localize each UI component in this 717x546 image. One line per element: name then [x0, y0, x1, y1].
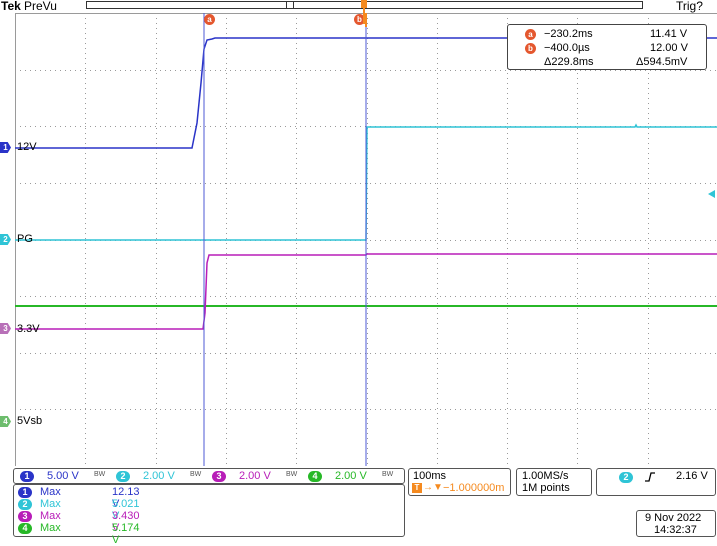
trigger-position-icon[interactable]	[360, 0, 368, 24]
ch4-badge[interactable]: 4	[308, 471, 322, 482]
trigger-delay-icon: T	[412, 483, 422, 493]
meas-ch2-badge: 2	[18, 499, 32, 510]
vertical-scale-bar: 1 5.00 V BW 2 2.00 V BW 3 2.00 V BW 4 2.…	[13, 468, 405, 484]
ch4-label: 5Vsb	[17, 415, 43, 427]
ch4-bw-limit: BW	[382, 471, 394, 478]
meas-value: 5.174 V	[112, 522, 140, 546]
cursor-b-icon: b	[525, 43, 536, 54]
cursor-delta-value: Δ594.5mV	[636, 56, 688, 68]
datetime-panel: 9 Nov 2022 14:32:37	[636, 510, 716, 537]
ch2-ground-marker[interactable]: 2	[0, 234, 11, 245]
ch1-scale[interactable]: 5.00 V	[47, 470, 79, 482]
ch3-scale[interactable]: 2.00 V	[239, 470, 271, 482]
cursor-b-value: 12.00 V	[650, 42, 688, 54]
cursor-a-icon: a	[525, 29, 536, 40]
cursor-delta-readout: Δ229.8ms Δ594.5mV	[508, 56, 708, 69]
timebase-value: 100ms	[413, 470, 447, 482]
cursor-a-readout: a −230.2ms 11.41 V	[508, 28, 708, 41]
ch3-bw-limit: BW	[286, 471, 298, 478]
cursor-a-time: −230.2ms	[544, 28, 593, 40]
ch1-bw-limit: BW	[94, 471, 106, 478]
meas-name: Max	[40, 522, 61, 534]
meas-name: Max	[40, 498, 61, 510]
rising-edge-icon	[645, 471, 655, 483]
meas-ch4-badge: 4	[18, 523, 32, 534]
waveform-graticule[interactable]	[15, 13, 717, 466]
ch2-bw-limit: BW	[190, 471, 202, 478]
ch3-ground-marker[interactable]: 3	[0, 323, 11, 334]
ch4-scale[interactable]: 2.00 V	[335, 470, 367, 482]
ch3-badge[interactable]: 3	[212, 471, 226, 482]
date: 9 Nov 2022	[645, 512, 702, 524]
ch3-label: 3.3V	[17, 323, 40, 335]
cursor-b-time: −400.0µs	[544, 42, 590, 54]
ch4-ground-marker[interactable]: 4	[0, 416, 11, 427]
delay-arrow-icon: →▼	[423, 482, 443, 493]
horizontal-panel[interactable]: 100ms T →▼ −1.000000m	[408, 468, 511, 496]
brand-logo: Tek	[1, 0, 21, 13]
trigger-status: Trig?	[676, 0, 703, 13]
meas-name: Max	[40, 486, 61, 498]
measurement-row[interactable]: 4 Max 5.174 V	[18, 522, 140, 546]
record-window-marker	[286, 2, 294, 8]
cursor-delta-time: Δ229.8ms	[544, 56, 594, 68]
cursor-b-readout: b −400.0µs 12.00 V	[508, 42, 708, 55]
acquisition-panel[interactable]: 1.00MS/s 1M points	[516, 468, 592, 496]
meas-name: Max	[40, 510, 61, 522]
trigger-level-icon[interactable]	[706, 186, 716, 198]
trigger-panel[interactable]: 2 2.16 V	[596, 468, 716, 496]
trigger-level: 2.16 V	[676, 470, 708, 482]
measurement-row[interactable]: 1 Max 12.13 V	[18, 486, 140, 510]
measurement-row[interactable]: 3 Max 3.430 V	[18, 510, 140, 534]
cursor-a-marker[interactable]: a	[204, 14, 215, 25]
ch2-badge[interactable]: 2	[116, 471, 130, 482]
meas-ch1-badge: 1	[18, 487, 32, 498]
ch1-ground-marker[interactable]: 1	[0, 142, 11, 153]
ch1-badge[interactable]: 1	[20, 471, 34, 482]
top-status-bar: Tek PreVu Trig?	[0, 0, 717, 14]
trigger-delay-value: −1.000000m	[443, 482, 505, 494]
meas-ch3-badge: 3	[18, 511, 32, 522]
ch2-label: PG	[17, 233, 33, 245]
sample-rate: 1.00MS/s	[522, 470, 569, 482]
cursor-readout: a −230.2ms 11.41 V b −400.0µs 12.00 V Δ2…	[507, 24, 707, 70]
ch2-scale[interactable]: 2.00 V	[143, 470, 175, 482]
time: 14:32:37	[654, 524, 697, 536]
measurement-row[interactable]: 2 Max 5.021 V	[18, 498, 140, 522]
cursor-a-value: 11.41 V	[650, 28, 688, 40]
trigger-source-badge: 2	[619, 472, 633, 483]
acquisition-mode: PreVu	[24, 0, 57, 13]
record-length: 1M points	[522, 482, 570, 494]
ch1-label: 12V	[17, 141, 37, 153]
measurements-panel: 1 Max 12.13 V 2 Max 5.021 V 3 Max 3.430 …	[13, 484, 405, 546]
